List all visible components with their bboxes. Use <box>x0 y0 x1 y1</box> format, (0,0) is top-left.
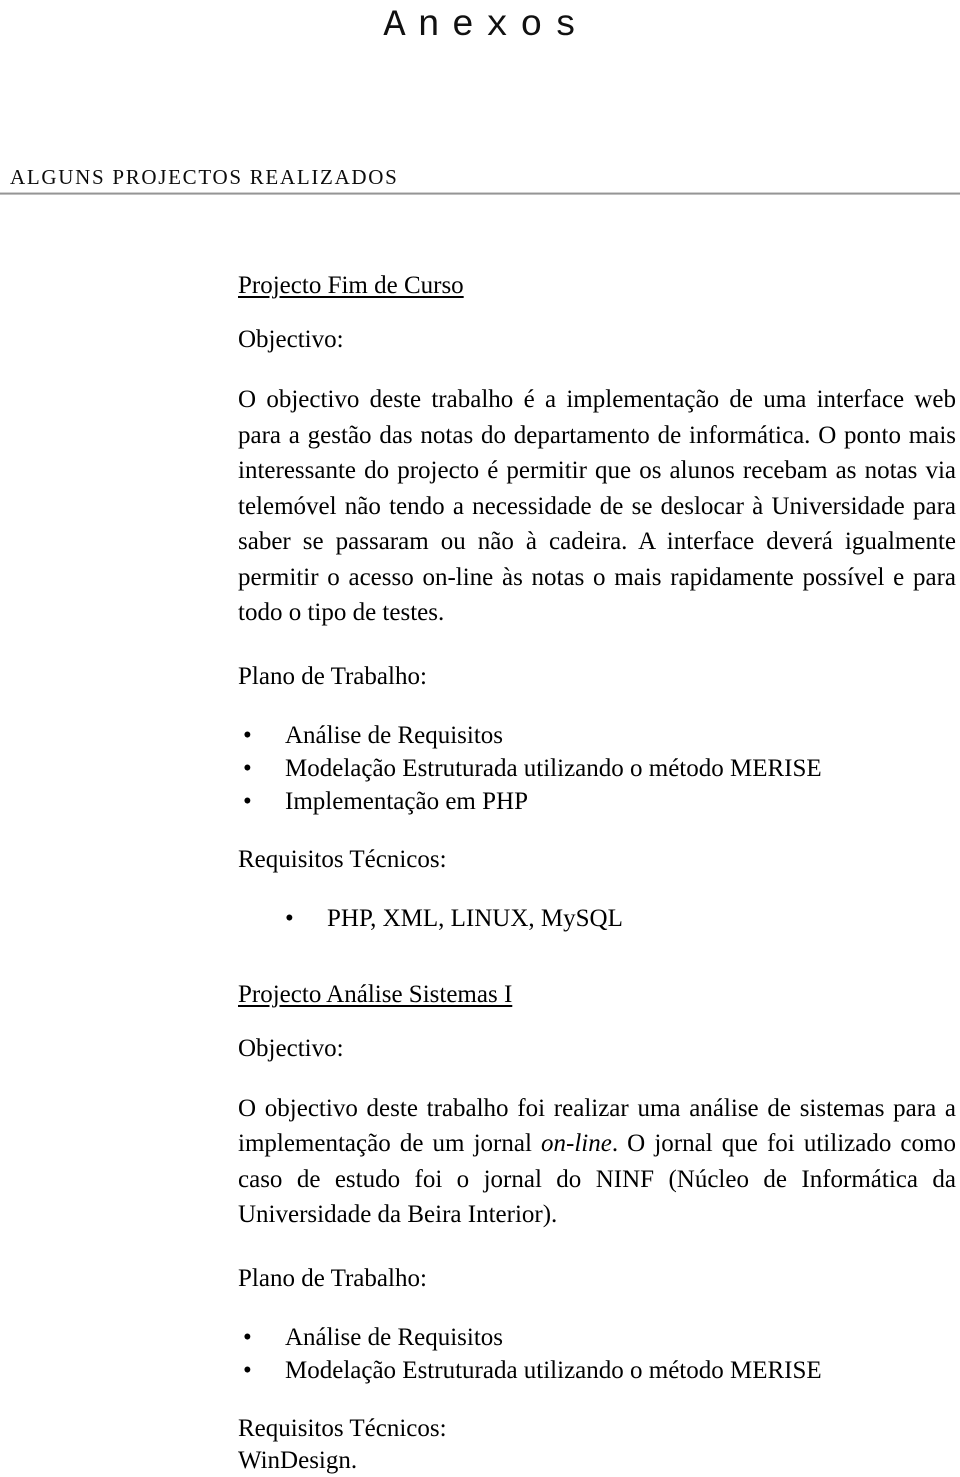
plan-label: Plano de Trabalho: <box>238 1264 427 1292</box>
requirements-label: Requisitos Técnicos: <box>238 845 447 873</box>
project-section-2: Projecto Análise Sistemas I Objectivo: O… <box>238 979 956 1477</box>
document-body: Projecto Fim de Curso Objectivo: O objec… <box>238 270 956 1477</box>
list-item-label: Implementação em PHP <box>285 787 528 815</box>
bullet-icon: • <box>243 754 252 782</box>
list-item: • Análise de Requisitos <box>238 1321 956 1354</box>
list-item: • Modelação Estruturada utilizando o mét… <box>238 752 956 785</box>
objective-paragraph: O objectivo deste trabalho foi realizar … <box>238 1091 956 1233</box>
list-item: • Implementação em PHP <box>238 785 956 818</box>
page-title: Anexos <box>383 5 589 47</box>
document-page: Anexos ALGUNS PROJECTOS REALIZADOS Proje… <box>0 0 960 1474</box>
plan-list: • Análise de Requisitos • Modelação Estr… <box>238 1321 956 1387</box>
requirements-list: • PHP, XML, LINUX, MySQL <box>238 902 956 935</box>
project-section-1: Projecto Fim de Curso Objectivo: O objec… <box>238 270 956 935</box>
heading-divider <box>0 192 960 195</box>
requirements-label: Requisitos Técnicos: <box>238 1414 447 1442</box>
bullet-icon: • <box>243 1323 252 1351</box>
plan-list: • Análise de Requisitos • Modelação Estr… <box>238 719 956 818</box>
plan-label: Plano de Trabalho: <box>238 662 427 690</box>
project-title: Projecto Fim de Curso <box>238 272 464 299</box>
bullet-icon: • <box>285 904 294 932</box>
bullet-icon: • <box>243 787 252 815</box>
objective-label: Objectivo: <box>238 326 344 353</box>
objective-paragraph: O objectivo deste trabalho é a implement… <box>238 386 956 626</box>
objective-emphasis: on-line <box>541 1130 612 1157</box>
list-item-label: Modelação Estruturada utilizando o métod… <box>285 754 822 782</box>
requirements-value: WinDesign. <box>238 1446 358 1474</box>
project-title: Projecto Análise Sistemas I <box>238 980 513 1008</box>
list-item: • Modelação Estruturada utilizando o mét… <box>238 1354 956 1387</box>
list-item-label: Modelação Estruturada utilizando o métod… <box>285 1356 822 1384</box>
list-item-label: Análise de Requisitos <box>285 1323 504 1351</box>
list-item: • Análise de Requisitos <box>238 719 956 752</box>
list-item-label: PHP, XML, LINUX, MySQL <box>327 904 623 932</box>
bullet-icon: • <box>243 721 252 749</box>
list-item-label: Análise de Requisitos <box>285 721 504 749</box>
list-item: • PHP, XML, LINUX, MySQL <box>238 902 956 935</box>
bullet-icon: • <box>243 1356 252 1384</box>
objective-label: Objectivo: <box>238 1034 344 1062</box>
section-heading: ALGUNS PROJECTOS REALIZADOS <box>10 165 399 189</box>
